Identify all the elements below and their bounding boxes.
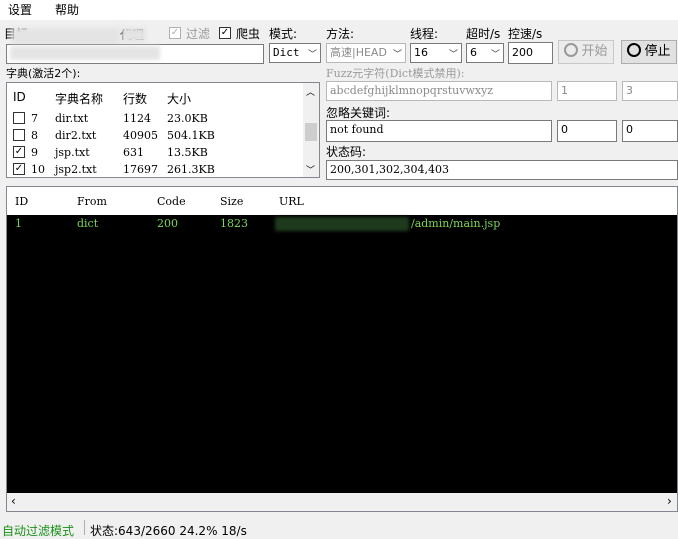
rate-label: 控速/s [508, 27, 543, 41]
redacted-region [122, 28, 146, 42]
dict-row[interactable]: 7 dir.txt 1124 23.0KB [7, 111, 301, 127]
menu-settings[interactable]: 设置 [8, 1, 32, 18]
redacted-region [10, 46, 160, 60]
dict-row-size: 261.3KB [167, 163, 215, 176]
menu-help[interactable]: 帮助 [55, 1, 79, 18]
dict-row-id: 9 [31, 146, 38, 159]
dict-row-id: 8 [31, 129, 38, 142]
method-select[interactable]: 高速|HEAD ﹀ [326, 43, 406, 63]
chevron-down-icon: ﹀ [307, 50, 317, 60]
result-size: 1823 [220, 217, 248, 230]
dict-col-size[interactable]: 大小 [167, 90, 191, 107]
dict-row-name: dir2.txt [55, 129, 97, 142]
mode-label: 模式: [269, 27, 298, 41]
dict-col-lines[interactable]: 行数 [123, 90, 147, 107]
dict-row-id: 7 [31, 112, 38, 125]
dict-row-size: 23.0KB [167, 112, 208, 125]
fuzz-max-input[interactable]: 3 [622, 81, 678, 101]
result-code: 200 [157, 217, 178, 230]
dict-row-size: 504.1KB [167, 129, 215, 142]
scroll-thumb[interactable] [305, 123, 317, 141]
method-label: 方法: [326, 27, 355, 41]
fuzz-min-input[interactable]: 1 [557, 81, 617, 101]
results-table[interactable]: ID From Code Size URL 1 dict 200 1823/admin… [6, 186, 678, 512]
dict-label: 字典(激活2个): [6, 67, 81, 80]
ignore-input[interactable]: not found [326, 120, 552, 142]
dict-row-name: jsp.txt [55, 146, 90, 159]
dict-row[interactable]: ✓ 10 jsp2.txt 17697 261.3KB [7, 162, 301, 178]
method-value: 高速|HEAD [330, 46, 387, 59]
status-progress: 状态:643/2660 24.2% 18/s [90, 524, 247, 538]
dict-row-name: dir.txt [55, 112, 89, 125]
status-divider [84, 520, 85, 535]
dict-row-checkbox[interactable] [13, 129, 25, 141]
dict-list[interactable]: ID 字典名称 行数 大小 7 dir.txt 1124 23.0KB 8 dir2.tx… [6, 82, 320, 178]
dict-row-checkbox[interactable]: ✓ [13, 163, 25, 175]
stop-label: 停止 [644, 44, 671, 59]
fuzz-label: Fuzz元字符(Dict模式禁用): [326, 67, 465, 80]
dict-row-size: 13.5KB [167, 146, 208, 159]
dict-row-lines: 17697 [123, 163, 158, 176]
results-col-code[interactable]: Code [157, 195, 186, 208]
power-icon [627, 43, 642, 57]
fuzz-charset-input[interactable]: abcdefghijklmnopqrstuvwxyz [326, 81, 552, 101]
crawler-label: 爬虫 [236, 27, 261, 41]
chevron-up-icon[interactable]: ︿ [306, 85, 315, 98]
dict-col-id[interactable]: ID [13, 90, 26, 104]
menu-bar: 设置 帮助 [0, 0, 678, 20]
dict-row-id: 10 [31, 163, 45, 176]
start-label: 开始 [581, 44, 608, 59]
mode-select[interactable]: Dict ﹀ [269, 43, 321, 63]
timeout-select[interactable]: 6 ﹀ [466, 43, 504, 63]
chevron-down-icon: ﹀ [448, 50, 458, 60]
dict-row[interactable]: 8 dir2.txt 40905 504.1KB [7, 128, 301, 144]
chevron-down-icon: ﹀ [392, 50, 402, 60]
status-codes-input[interactable]: 200,301,302,304,403 [326, 160, 678, 180]
results-col-from[interactable]: From [77, 195, 107, 208]
dict-row-checkbox[interactable]: ✓ [13, 146, 25, 158]
mode-value: Dict [273, 46, 300, 59]
dict-row-lines: 40905 [123, 129, 158, 142]
crawler-checkbox[interactable]: ✓ [219, 27, 231, 39]
result-row[interactable]: 1 dict 200 1823/admin/main.jsp [7, 217, 677, 233]
status-bar: 自动过滤模式 状态:643/2660 24.2% 18/s [0, 520, 678, 538]
filter-checkbox[interactable]: ✓ [169, 27, 181, 39]
status-mode: 自动过滤模式 [2, 524, 75, 538]
redacted-region [275, 217, 409, 231]
chevron-down-icon[interactable]: ﹀ [306, 163, 315, 176]
ignore-label: 忽略关键词: [326, 106, 391, 120]
threads-label: 线程: [410, 27, 439, 41]
ignore-v1-input[interactable]: 0 [557, 120, 617, 142]
dict-row-name: jsp2.txt [55, 163, 97, 176]
timeout-value: 6 [470, 46, 477, 59]
results-col-size[interactable]: Size [220, 195, 243, 208]
timeout-label: 超时/s [466, 27, 501, 41]
threads-value: 16 [414, 46, 428, 59]
ignore-v2-input[interactable]: 0 [622, 120, 678, 142]
status-codes-label: 状态码: [326, 145, 367, 159]
filter-label: 过滤 [186, 27, 211, 41]
chevron-right-icon[interactable]: › [667, 494, 672, 508]
chevron-down-icon: ﹀ [490, 50, 500, 60]
result-url: /admin/main.jsp [411, 217, 501, 230]
dict-row[interactable]: ✓ 9 jsp.txt 631 13.5KB [7, 145, 301, 161]
results-col-url[interactable]: URL [279, 195, 304, 208]
threads-select[interactable]: 16 ﹀ [410, 43, 462, 63]
play-icon [564, 43, 579, 57]
rate-input[interactable]: 200 [508, 42, 553, 64]
dict-scrollbar[interactable]: ︿ ﹀ [303, 83, 319, 177]
dict-row-lines: 1124 [123, 112, 151, 125]
chevron-left-icon[interactable]: ‹ [11, 494, 16, 508]
dict-row-checkbox[interactable] [13, 112, 25, 124]
stop-button[interactable]: 停止 [621, 40, 677, 64]
results-scrollbar[interactable]: ‹ › [7, 493, 677, 511]
result-from: dict [77, 217, 99, 230]
results-header: ID From Code Size URL [7, 187, 677, 215]
result-id: 1 [15, 217, 22, 230]
results-col-id[interactable]: ID [15, 195, 28, 208]
start-button[interactable]: 开始 [558, 40, 614, 64]
dict-col-name[interactable]: 字典名称 [55, 90, 103, 107]
dict-row-lines: 631 [123, 146, 144, 159]
